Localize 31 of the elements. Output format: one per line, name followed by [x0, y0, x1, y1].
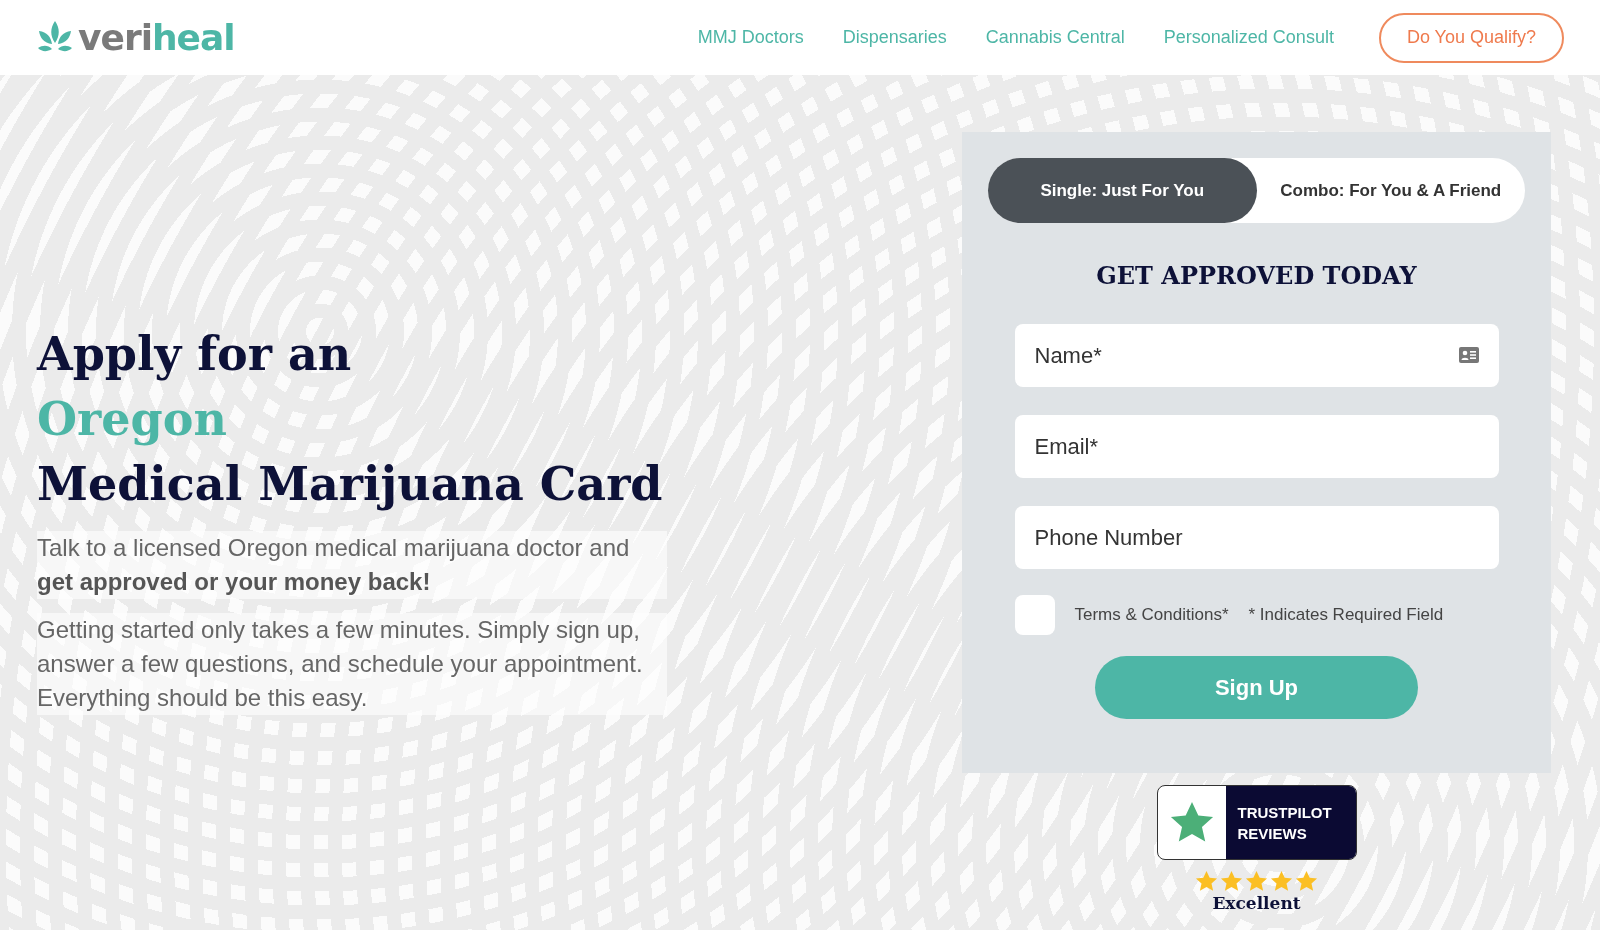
qualify-button[interactable]: Do You Qualify? [1378, 12, 1564, 63]
badge-label: TRUSTPILOT [1237, 802, 1333, 823]
required-note: * Indicates Required Field [1248, 605, 1444, 625]
rating-star-icon [1195, 870, 1218, 893]
terms-checkbox[interactable] [1014, 595, 1055, 635]
hero-heading-line: Apply for an [37, 326, 353, 383]
trustpilot-badge[interactable]: TRUSTPILOT REVIEWS [1156, 785, 1357, 860]
nav-link[interactable]: MMJ Doctors [697, 27, 804, 48]
rating-star-icon [1245, 870, 1268, 893]
form-title: GET APPROVED TODAY [1096, 261, 1417, 290]
badge-label: REVIEWS [1237, 823, 1308, 844]
nav-link[interactable]: Personalized Consult [1163, 27, 1334, 48]
nav-link[interactable]: Dispensaries [842, 27, 947, 48]
rating-star-icon [1295, 870, 1318, 893]
plan-tab[interactable]: Single: Just For You [988, 158, 1257, 223]
input-field[interactable]: Name* [1014, 324, 1499, 387]
hero-paragraph: Getting started only takes a few minutes. Simply sign up, answer a few questions, and schedule your appointment. Everything should be this easy. [37, 613, 667, 715]
input-field[interactable]: Email* [1014, 415, 1499, 478]
nav-link[interactable]: Cannabis Central [985, 27, 1125, 48]
rating-star-icon [1270, 870, 1293, 893]
rating-label: Excellent [1212, 893, 1301, 913]
hero-paragraph: Talk to a licensed Oregon medical marijuana doctor and get approved or your money back! [37, 531, 667, 599]
hero-heading-line: Oregon [37, 391, 228, 448]
hero-heading-line: Medical Marijuana Card [37, 456, 664, 513]
contact-card-icon [1458, 347, 1479, 363]
plan-tab[interactable]: Combo: For You & A Friend [1256, 158, 1525, 223]
terms-label[interactable]: Terms & Conditions* [1074, 605, 1229, 625]
sign-up-button[interactable]: Sign Up [1095, 656, 1418, 719]
input-field[interactable]: Phone Number [1014, 506, 1499, 569]
rating-star-icon [1220, 870, 1243, 893]
logo-wordmark[interactable]: veriheal [78, 17, 235, 58]
